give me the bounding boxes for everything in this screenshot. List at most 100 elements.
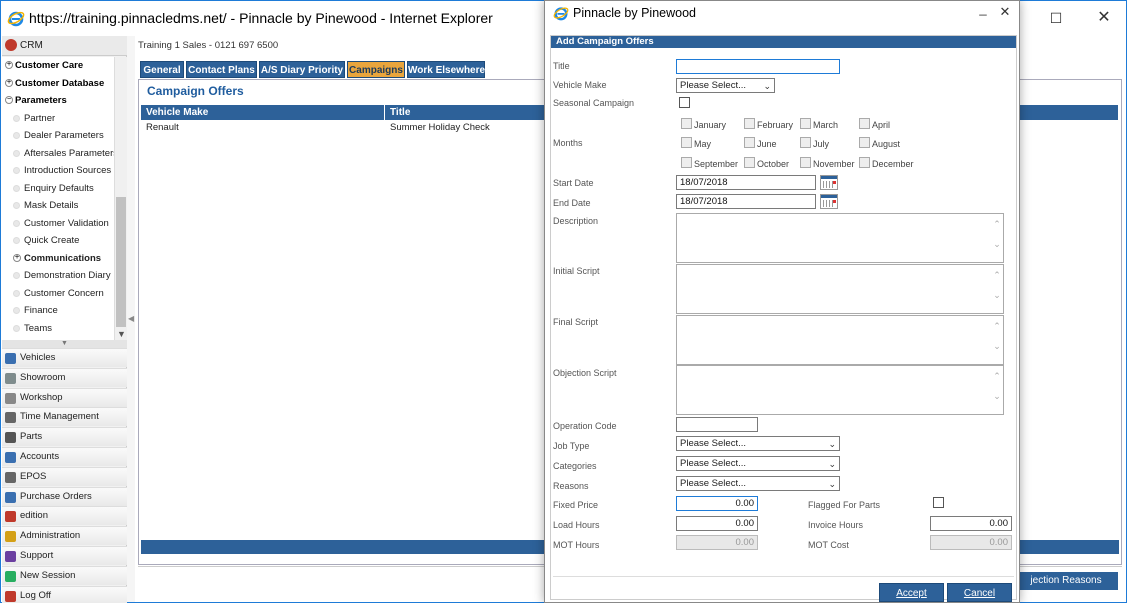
month-checkbox[interactable] [859,137,870,148]
invoice-hours-input[interactable] [930,516,1012,531]
end-date-input[interactable] [676,194,816,209]
module-vehicles[interactable]: Vehicles [2,348,127,367]
sidebar-item-partner[interactable]: Partner [2,110,114,127]
sidebar-item-teams[interactable]: Teams [2,320,114,337]
crm-label: CRM [20,40,43,51]
module-time-management[interactable]: Time Management [2,407,127,427]
module-parts[interactable]: Parts [2,427,127,447]
bullet-icon [13,202,20,209]
expand-icon[interactable]: + [5,61,13,69]
sidebar-item-communications[interactable]: + Communications [2,250,114,267]
fixed-price-input[interactable] [676,496,758,511]
sidebar-item-aftersales-parameters[interactable]: Aftersales Parameters [2,145,118,162]
sidebar-item-customer-care[interactable]: + Customer Care [2,57,114,74]
module-administration[interactable]: Administration [2,526,127,546]
chevron-left-icon: ◀ [128,314,135,323]
module-log-off[interactable]: Log Off [2,585,127,603]
tree-scrollbar[interactable]: ▼ [114,57,127,340]
sidebar-item-label: Partner [24,112,56,124]
module-label: Support [20,550,54,561]
month-checkbox[interactable] [859,118,870,129]
sidebar-item-label: Customer Database [15,77,105,89]
expand-icon[interactable]: + [5,78,13,87]
description-textarea[interactable]: ⌃ ⌄ [676,213,1004,263]
close-dialog-button[interactable]: ✕ [995,4,1015,20]
tab-work-elsewhere[interactable]: Work Elsewhere [407,61,485,78]
expand-icon[interactable]: + [13,253,21,262]
sidebar-item-dealer-parameters[interactable]: Dealer Parameters [2,127,114,144]
module-purchase-orders[interactable]: Purchase Orders [2,486,127,506]
textarea-scroll-icon: ⌃ ⌄ [993,371,1001,401]
scrollbar-thumb[interactable] [116,197,126,327]
vehicle-make-select[interactable]: Please Select... ⌄ [676,78,775,93]
month-checkbox[interactable] [800,118,811,129]
final-script-textarea[interactable]: ⌃ ⌄ [676,315,1004,365]
sidebar-item-label: Customer Concern [24,287,104,299]
reasons-select[interactable]: Please Select... ⌄ [676,476,840,491]
module-edition[interactable]: edition [2,506,127,526]
module-workshop[interactable]: Workshop [2,387,127,407]
sidebar-item-enquiry-defaults[interactable]: Enquiry Defaults [2,180,114,197]
calendar-icon[interactable] [820,194,838,209]
collapse-icon[interactable]: − [5,96,13,104]
bullet-icon [13,132,20,139]
add-campaign-dialog: Pinnacle by Pinewood _ ✕ Add Campaign Of… [544,0,1020,603]
month-checkbox[interactable] [744,137,755,148]
start-date-input[interactable] [676,175,816,190]
bullet-icon [13,324,20,332]
sidebar-item-demonstration-diary[interactable]: Demonstration Diary [2,267,114,284]
month-checkbox[interactable] [681,137,692,148]
sidebar-item-parameters[interactable]: − Parameters [2,92,114,109]
job-type-value: Please Select... [680,438,747,449]
initial-script-textarea[interactable]: ⌃ ⌄ [676,264,1004,314]
tab-contact-plans[interactable]: Contact Plans [186,61,257,78]
tab-campaigns[interactable]: Campaigns [347,61,405,78]
month-checkbox[interactable] [800,137,811,148]
tab-a-s-diary-priority[interactable]: A/S Diary Priority [259,61,345,78]
load-hours-input[interactable] [676,516,758,531]
collapse-handle-icon[interactable]: ▼ [2,340,127,348]
wrench-icon [5,392,16,404]
month-checkbox[interactable] [744,118,755,129]
module-support[interactable]: Support [2,546,127,565]
sidebar-item-finance[interactable]: Finance [2,302,114,319]
job-type-select[interactable]: Please Select... ⌄ [676,436,840,451]
textarea-scroll-icon: ⌃ ⌄ [993,219,1001,249]
objection-reasons-button[interactable]: jection Reasons [1014,572,1118,590]
sidebar-item-customer-concern[interactable]: Customer Concern [2,285,114,302]
maximize-button[interactable]: ☐ [1041,7,1071,29]
month-checkbox[interactable] [744,157,755,168]
sidebar-item-mask-details[interactable]: Mask Details [2,197,114,214]
month-label: September [694,159,739,169]
calendar-icon[interactable] [820,175,838,190]
seasonal-campaign-checkbox[interactable] [679,97,690,108]
tab-general[interactable]: General [140,61,184,78]
sidebar-splitter[interactable]: ◀ [127,36,135,602]
sidebar-item-customer-validation[interactable]: Customer Validation [2,215,114,232]
sidebar-item-quick-create[interactable]: Quick Create [2,232,114,249]
operation-code-input[interactable] [676,417,758,432]
month-checkbox[interactable] [800,157,811,168]
cancel-button[interactable]: Cancel [947,583,1012,602]
month-checkbox[interactable] [681,118,692,129]
month-label: March [813,120,839,130]
month-checkbox[interactable] [859,157,870,168]
sidebar-item-introduction-sources[interactable]: Introduction Sources [2,162,114,179]
flagged-for-parts-checkbox[interactable] [933,497,944,508]
sidebar-item-customer-database[interactable]: + Customer Database [2,75,114,92]
column-vehicle-make[interactable]: Vehicle Make [141,105,385,120]
minimize-dialog-button[interactable]: _ [973,1,993,16]
close-window-button[interactable]: ✕ [1089,7,1119,29]
categories-select[interactable]: Please Select... ⌄ [676,456,840,471]
month-checkbox[interactable] [681,157,692,168]
crm-header[interactable]: CRM [2,36,127,56]
title-input[interactable] [676,59,840,74]
module-accounts[interactable]: Accounts [2,447,127,466]
objection-script-textarea[interactable]: ⌃ ⌄ [676,365,1004,415]
module-showroom[interactable]: Showroom [2,367,127,387]
module-epos[interactable]: EPOS [2,466,127,486]
accept-button[interactable]: Accept [879,583,944,602]
bullet-icon [13,307,20,314]
module-new-session[interactable]: New Session [2,565,127,585]
module-label: Purchase Orders [20,490,92,502]
